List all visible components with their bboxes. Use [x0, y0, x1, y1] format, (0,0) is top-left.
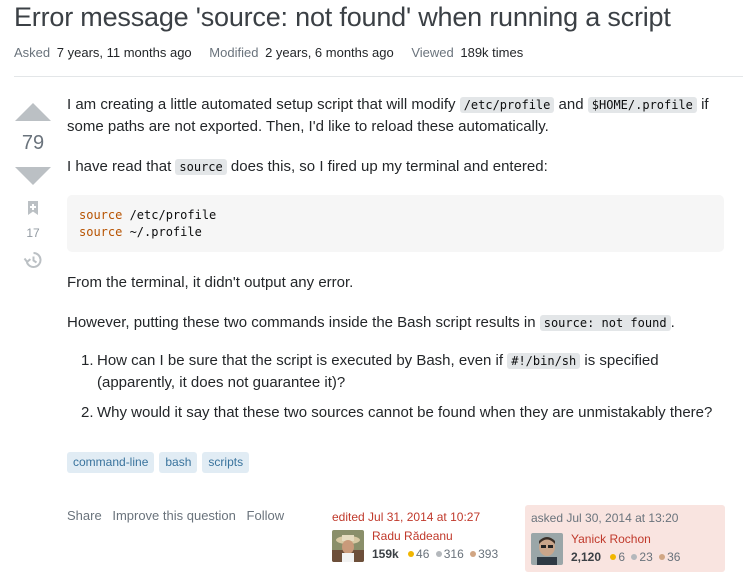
gold-badge-icon — [408, 551, 415, 558]
asked-value[interactable]: 7 years, 11 months ago — [57, 45, 192, 60]
modified-label: Modified — [209, 45, 259, 60]
bronze-badge-icon — [659, 554, 666, 561]
tag-command-line[interactable]: command-line — [67, 452, 155, 473]
silver-count: 316 — [443, 547, 464, 561]
question-meta: Asked 7 years, 11 months ago Modified 2 … — [14, 45, 537, 60]
asker-reputation: 2,120 — [571, 550, 602, 564]
viewed-label: Viewed — [411, 45, 454, 60]
inline-code: source — [175, 159, 227, 175]
silver-badge-icon — [435, 551, 442, 558]
question-title[interactable]: Error message 'source: not found' when r… — [14, 2, 671, 33]
code-text: ~/.profile — [122, 225, 202, 239]
asked-timestamp: asked Jul 30, 2014 at 13:20 — [531, 511, 679, 525]
bronze-badge-icon — [470, 551, 477, 558]
editor-reputation: 159k — [372, 547, 399, 561]
text: I have read that — [67, 158, 176, 175]
code-block: source /etc/profile source ~/.profile — [67, 195, 724, 252]
text: How can I be sure that the script is exe… — [97, 352, 508, 369]
post-actions: Share Improve this question Follow — [67, 508, 291, 523]
tag-bash[interactable]: bash — [159, 452, 198, 473]
text: However, putting these two commands insi… — [67, 314, 540, 331]
follow-link[interactable]: Follow — [247, 508, 285, 523]
question-list: 1. How can I be sure that the script is e… — [81, 350, 721, 432]
gold-count: 46 — [416, 547, 430, 561]
upvote-icon[interactable] — [15, 103, 51, 121]
share-link[interactable]: Share — [67, 508, 102, 523]
inline-code: $HOME/.profile — [587, 97, 697, 113]
bookmark-count: 17 — [26, 226, 40, 240]
vote-column: 79 17 — [12, 98, 54, 275]
paragraph-1: I am creating a little automated setup s… — [67, 94, 727, 138]
gold-count: 6 — [618, 550, 626, 564]
history-icon[interactable] — [23, 250, 43, 270]
header-divider — [14, 76, 743, 77]
gold-badge-icon — [610, 554, 617, 561]
vote-score: 79 — [21, 132, 45, 154]
text: does this, so I fired up my terminal and… — [226, 158, 548, 175]
code-text: /etc/profile — [122, 208, 217, 222]
code-line: source /etc/profile — [79, 207, 724, 224]
code-keyword: source — [79, 208, 123, 222]
asker-user: Yanick Rochon 2,120 6 23 36 — [531, 531, 721, 565]
bookmark-icon[interactable] — [24, 199, 42, 217]
code-keyword: source — [79, 225, 123, 239]
viewed-value: 189k times — [460, 45, 524, 60]
inline-code: /etc/profile — [459, 97, 555, 113]
paragraph-3: From the terminal, it didn't output any … — [67, 274, 354, 291]
editor-stats: 159k 46 316 393 — [372, 547, 498, 561]
improve-question-link[interactable]: Improve this question — [112, 508, 236, 523]
asked-label: Asked — [14, 45, 51, 60]
tag-list: command-line bash scripts — [67, 452, 250, 473]
text: . — [670, 314, 675, 331]
text: and — [554, 96, 588, 113]
code-line: source ~/.profile — [79, 224, 724, 241]
bronze-count: 36 — [667, 550, 681, 564]
paragraph-4: However, putting these two commands insi… — [67, 312, 675, 334]
downvote-icon[interactable] — [15, 167, 51, 185]
inline-code: source: not found — [539, 315, 671, 331]
tag-scripts[interactable]: scripts — [202, 452, 250, 473]
inline-code: #!/bin/sh — [507, 353, 581, 369]
editor-card: edited Jul 31, 2014 at 10:27 Radu Rădean… — [332, 510, 512, 562]
silver-count: 23 — [639, 550, 653, 564]
text: Why would it say that these two sources … — [97, 404, 713, 421]
asker-card: asked Jul 30, 2014 at 13:20 Yanick Rocho… — [525, 505, 725, 572]
editor-avatar[interactable] — [332, 530, 364, 562]
list-number: 1. — [81, 352, 94, 369]
list-item: 2. Why would it say that these two source… — [81, 402, 721, 424]
editor-user: Radu Rădeanu 159k 46 316 393 — [332, 528, 512, 562]
list-item: 1. How can I be sure that the script is e… — [81, 350, 721, 394]
bronze-count: 393 — [478, 547, 499, 561]
paragraph-2: I have read that source does this, so I … — [67, 156, 548, 178]
silver-badge-icon — [631, 554, 638, 561]
modified-value[interactable]: 2 years, 6 months ago — [265, 45, 394, 60]
text: I am creating a little automated setup s… — [67, 96, 460, 113]
asker-stats: 2,120 6 23 36 — [571, 550, 680, 564]
list-number: 2. — [81, 404, 94, 421]
edited-timestamp[interactable]: edited Jul 31, 2014 at 10:27 — [332, 510, 512, 524]
editor-name[interactable]: Radu Rădeanu — [372, 529, 453, 543]
asker-name[interactable]: Yanick Rochon — [571, 532, 651, 546]
asker-avatar[interactable] — [531, 533, 563, 565]
